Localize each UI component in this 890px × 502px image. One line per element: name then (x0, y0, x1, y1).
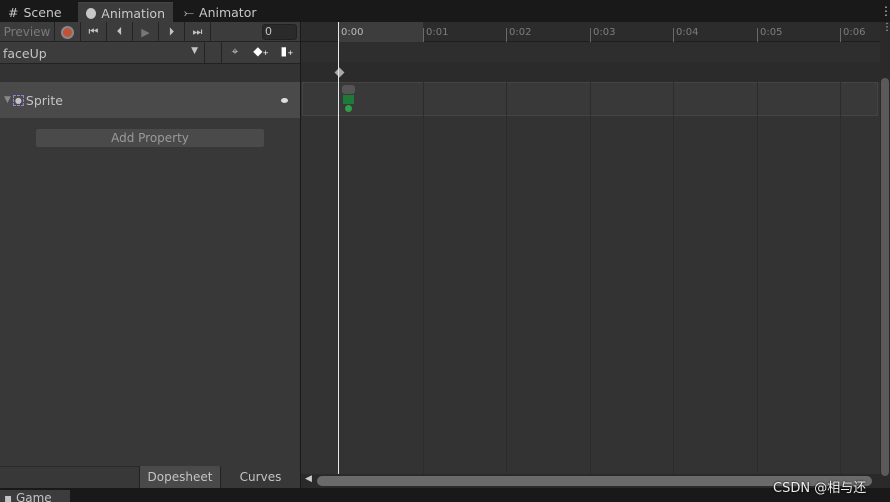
dopesheet-tab[interactable]: Dopesheet (139, 466, 220, 488)
diamond-plus-icon: ◆₊ (253, 44, 269, 58)
tab-scene[interactable]: # Scene (0, 2, 70, 23)
keyframe-dot-icon[interactable] (281, 97, 288, 103)
filter-by-selection-button[interactable]: ⌖ (222, 44, 248, 59)
property-row-sprite[interactable]: ▼ ● Sprite (0, 82, 300, 118)
playhead[interactable] (338, 22, 339, 474)
record-icon (61, 25, 74, 39)
ruler-tick: 0:06 (840, 28, 865, 42)
last-keyframe-button[interactable]: ⏭ (185, 22, 211, 42)
tab-game[interactable]: ▪ Game (0, 490, 70, 502)
clock-icon (86, 7, 97, 19)
prev-keyframe-button[interactable]: ⏴ (107, 22, 133, 42)
ruler-tick: 0:05 (757, 28, 782, 42)
tab-animation[interactable]: Animation (78, 2, 173, 23)
expand-arrow-icon[interactable]: ▼ (4, 95, 11, 105)
watermark: CSDN @相与还 (773, 481, 867, 496)
first-keyframe-button[interactable]: ⏮ (81, 22, 107, 42)
event-plus-icon: ▮₊ (280, 44, 294, 58)
next-keyframe-button[interactable]: ⏵ (159, 22, 185, 42)
add-keyframe-button[interactable]: ◆₊ (248, 44, 274, 58)
sprite-renderer-icon: ● (12, 94, 24, 106)
gamepad-icon: ▪ (4, 491, 13, 502)
tab-animator[interactable]: ⤚ Animator (176, 2, 265, 23)
ruler-tick: 0:01 (423, 28, 448, 42)
grid-icon: # (8, 5, 19, 20)
window-menu-icon[interactable]: ⋮ (880, 4, 890, 18)
summary-row (301, 62, 880, 82)
frame-input[interactable]: 0 (262, 24, 297, 40)
add-property-button[interactable]: Add Property (36, 129, 264, 147)
clip-dropdown[interactable]: faceUp ▼ (0, 42, 205, 64)
sprite-keyframe-thumbnail[interactable] (341, 85, 356, 112)
preview-button[interactable]: Preview (0, 22, 55, 42)
add-event-button[interactable]: ▮₊ (274, 44, 300, 58)
events-row[interactable] (301, 42, 880, 62)
ruler-tick: 0:00 (338, 28, 363, 42)
play-button[interactable]: ▶ (133, 22, 159, 42)
curves-tab[interactable]: Curves (220, 466, 300, 488)
animator-icon: ⤚ (184, 4, 195, 20)
ruler-tick: 0:04 (673, 28, 698, 42)
options-icon[interactable]: ⋮ (882, 22, 890, 33)
chevron-down-icon: ▼ (191, 46, 198, 56)
vertical-scrollbar[interactable]: ⋮ (880, 22, 890, 488)
ruler-tick: 0:03 (590, 28, 615, 42)
ruler-tick: 0:02 (506, 28, 531, 42)
crosshair-icon: ⌖ (231, 44, 239, 58)
record-button[interactable] (55, 22, 81, 42)
